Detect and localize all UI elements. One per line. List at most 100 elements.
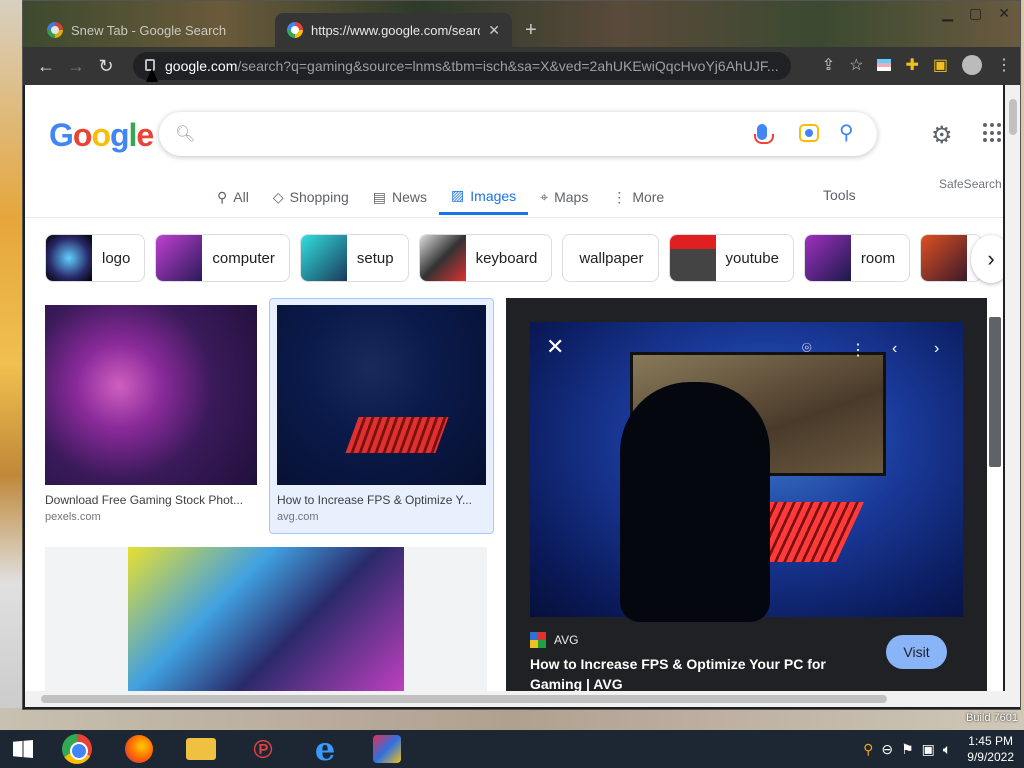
- google-favicon-icon: [287, 22, 303, 38]
- gear-icon[interactable]: ⚙: [931, 121, 953, 150]
- image-result[interactable]: [45, 547, 487, 691]
- preview-scrollbar[interactable]: [989, 317, 1001, 467]
- search-box: 🔍︎ ⚲: [159, 112, 877, 156]
- tab-shopping[interactable]: ◇ Shopping: [261, 179, 361, 215]
- safesearch-button[interactable]: SafeSearch: [939, 177, 1002, 191]
- profile-avatar-icon[interactable]: [962, 55, 982, 75]
- search-submit-icon[interactable]: ⚲: [839, 120, 854, 145]
- apps-grid-icon[interactable]: [983, 123, 1003, 143]
- horizontal-scroll-thumb[interactable]: [41, 695, 887, 703]
- close-window-icon[interactable]: ✕: [998, 5, 1010, 22]
- avg-favicon-icon: [530, 632, 546, 648]
- close-tab-icon[interactable]: ✕: [488, 22, 500, 39]
- chrome-icon: [62, 734, 92, 764]
- side-panel-icon[interactable]: ▣: [933, 55, 948, 75]
- tools-button[interactable]: Tools: [823, 187, 856, 203]
- image-result[interactable]: Download Free Gaming Stock Phot... pexel…: [45, 305, 257, 523]
- lens-search-icon[interactable]: ⌾: [802, 340, 812, 358]
- chip-youtube[interactable]: youtube: [668, 234, 794, 282]
- google-logo[interactable]: Google: [49, 117, 154, 154]
- visit-button[interactable]: Visit: [886, 635, 947, 669]
- result-caption[interactable]: Download Free Gaming Stock Phot...: [45, 493, 257, 507]
- action-center-flag-icon[interactable]: ⚑: [901, 741, 914, 758]
- result-source: avg.com: [277, 511, 319, 523]
- taskbar-chrome[interactable]: [46, 730, 108, 768]
- chip-computer[interactable]: computer: [155, 234, 290, 282]
- address-bar[interactable]: google.com/search?q=gaming&source=lnms&t…: [133, 52, 791, 80]
- paint-icon: [373, 735, 401, 763]
- taskbar-explorer[interactable]: [170, 730, 232, 768]
- chip-keyboard[interactable]: keyboard: [418, 234, 553, 282]
- preview-title[interactable]: How to Increase FPS & Optimize Your PC f…: [530, 654, 850, 691]
- chips-next-chevron-icon[interactable]: ›: [971, 235, 1003, 283]
- folder-icon: [186, 738, 216, 760]
- browser-titlebar[interactable]: Snew Tab - Google Search https://www.goo…: [23, 1, 1020, 47]
- search-nav-tabs: ⚲ All ◇ Shopping ▤ News ▨ Images ⌖ Maps ⋮ More: [205, 179, 676, 215]
- news-icon: ▤: [372, 188, 387, 205]
- map-pin-icon: ⌖: [540, 188, 549, 205]
- result-caption[interactable]: How to Increase FPS & Optimize Y...: [277, 493, 486, 507]
- tab-all[interactable]: ⚲ All: [205, 179, 261, 215]
- result-image[interactable]: [128, 547, 404, 691]
- preview-image[interactable]: [530, 322, 963, 622]
- tab-images[interactable]: ▨ Images: [439, 179, 529, 215]
- extensions-puzzle-icon[interactable]: ✚: [905, 55, 918, 75]
- taskbar-paint[interactable]: [356, 730, 418, 768]
- toolbar-icons: ⇪ ☆ ✚ ▣ ⋮: [822, 55, 1012, 75]
- bookmark-star-icon[interactable]: ☆: [849, 55, 863, 75]
- network-icon[interactable]: ▣: [922, 741, 935, 758]
- search-input[interactable]: [205, 120, 725, 148]
- camera-lens-icon[interactable]: [799, 124, 819, 142]
- search-icon: ⚲: [217, 188, 228, 205]
- tab-news[interactable]: ▤ News: [361, 179, 439, 215]
- tab-maps[interactable]: ⌖ Maps: [528, 179, 600, 215]
- extension-flag-icon[interactable]: [877, 59, 892, 71]
- chip-room[interactable]: room: [803, 234, 911, 282]
- result-image[interactable]: [45, 305, 257, 485]
- taskbar-internet-explorer[interactable]: e: [294, 730, 356, 768]
- tag-icon: ◇: [272, 188, 284, 205]
- do-not-disturb-icon[interactable]: ⊖: [881, 741, 893, 758]
- new-tab-button[interactable]: +: [525, 19, 537, 42]
- horizontal-scrollbar[interactable]: [25, 691, 1020, 707]
- close-icon[interactable]: ✕: [546, 334, 564, 360]
- forward-arrow-icon[interactable]: →: [61, 56, 91, 77]
- chip-wallpaper[interactable]: wallpaper: [562, 234, 659, 282]
- start-button[interactable]: [0, 730, 46, 768]
- taskbar-app[interactable]: ℗: [232, 730, 294, 768]
- url-path: /search?q=gaming&source=lnms&tbm=isch&sa…: [237, 58, 779, 74]
- vertical-scroll-thumb[interactable]: [1009, 99, 1017, 135]
- desktop-background-left: [0, 0, 22, 730]
- image-result-selected[interactable]: How to Increase FPS & Optimize Y... avg.…: [269, 298, 494, 534]
- mouse-cursor-icon: [146, 68, 158, 82]
- back-arrow-icon[interactable]: ←: [31, 56, 61, 77]
- share-icon[interactable]: ⇪: [822, 55, 835, 75]
- chip-setup[interactable]: setup: [299, 234, 409, 282]
- windows-taskbar: ℗ e ⚲ ⊖ ⚑ ▣ 🔈︎ 1:45 PM 9/9/2022: [0, 730, 1024, 768]
- chip-logo[interactable]: logo: [45, 234, 146, 282]
- preview-source[interactable]: AVG: [530, 632, 578, 648]
- search-icon: 🔍︎: [175, 126, 196, 143]
- next-chevron-icon[interactable]: ›: [934, 340, 939, 358]
- vertical-scrollbar[interactable]: [1005, 85, 1020, 691]
- header-divider: [25, 217, 1003, 218]
- more-options-icon[interactable]: ⋮: [850, 340, 866, 360]
- browser-tab-2[interactable]: https://www.google.com/search? ✕: [275, 13, 512, 47]
- desktop-background-bottom: [0, 708, 1024, 730]
- result-image[interactable]: [277, 305, 486, 485]
- chip-thumbnail: [921, 235, 968, 281]
- tab-more[interactable]: ⋮ More: [600, 179, 676, 215]
- browser-tab-1[interactable]: Snew Tab - Google Search: [35, 13, 275, 47]
- maximize-icon[interactable]: ▢: [969, 5, 982, 22]
- previous-chevron-icon[interactable]: ‹: [892, 340, 897, 358]
- reload-icon[interactable]: ↻: [91, 56, 121, 77]
- search-icon[interactable]: ⚲: [863, 741, 873, 758]
- taskbar-firefox[interactable]: [108, 730, 170, 768]
- minimize-icon[interactable]: ▁: [942, 5, 953, 22]
- volume-icon[interactable]: 🔈︎: [943, 741, 951, 758]
- system-clock[interactable]: 1:45 PM 9/9/2022: [967, 733, 1014, 765]
- google-images-page: Google 🔍︎ ⚲ ⚙ ⚲ All ◇ Shopping ▤ News ▨ Imag…: [25, 85, 1003, 691]
- system-tray: ⚲ ⊖ ⚑ ▣ 🔈︎ 1:45 PM 9/9/2022: [863, 730, 1024, 768]
- browser-menu-icon[interactable]: ⋮: [996, 55, 1012, 75]
- microphone-icon[interactable]: [754, 124, 774, 144]
